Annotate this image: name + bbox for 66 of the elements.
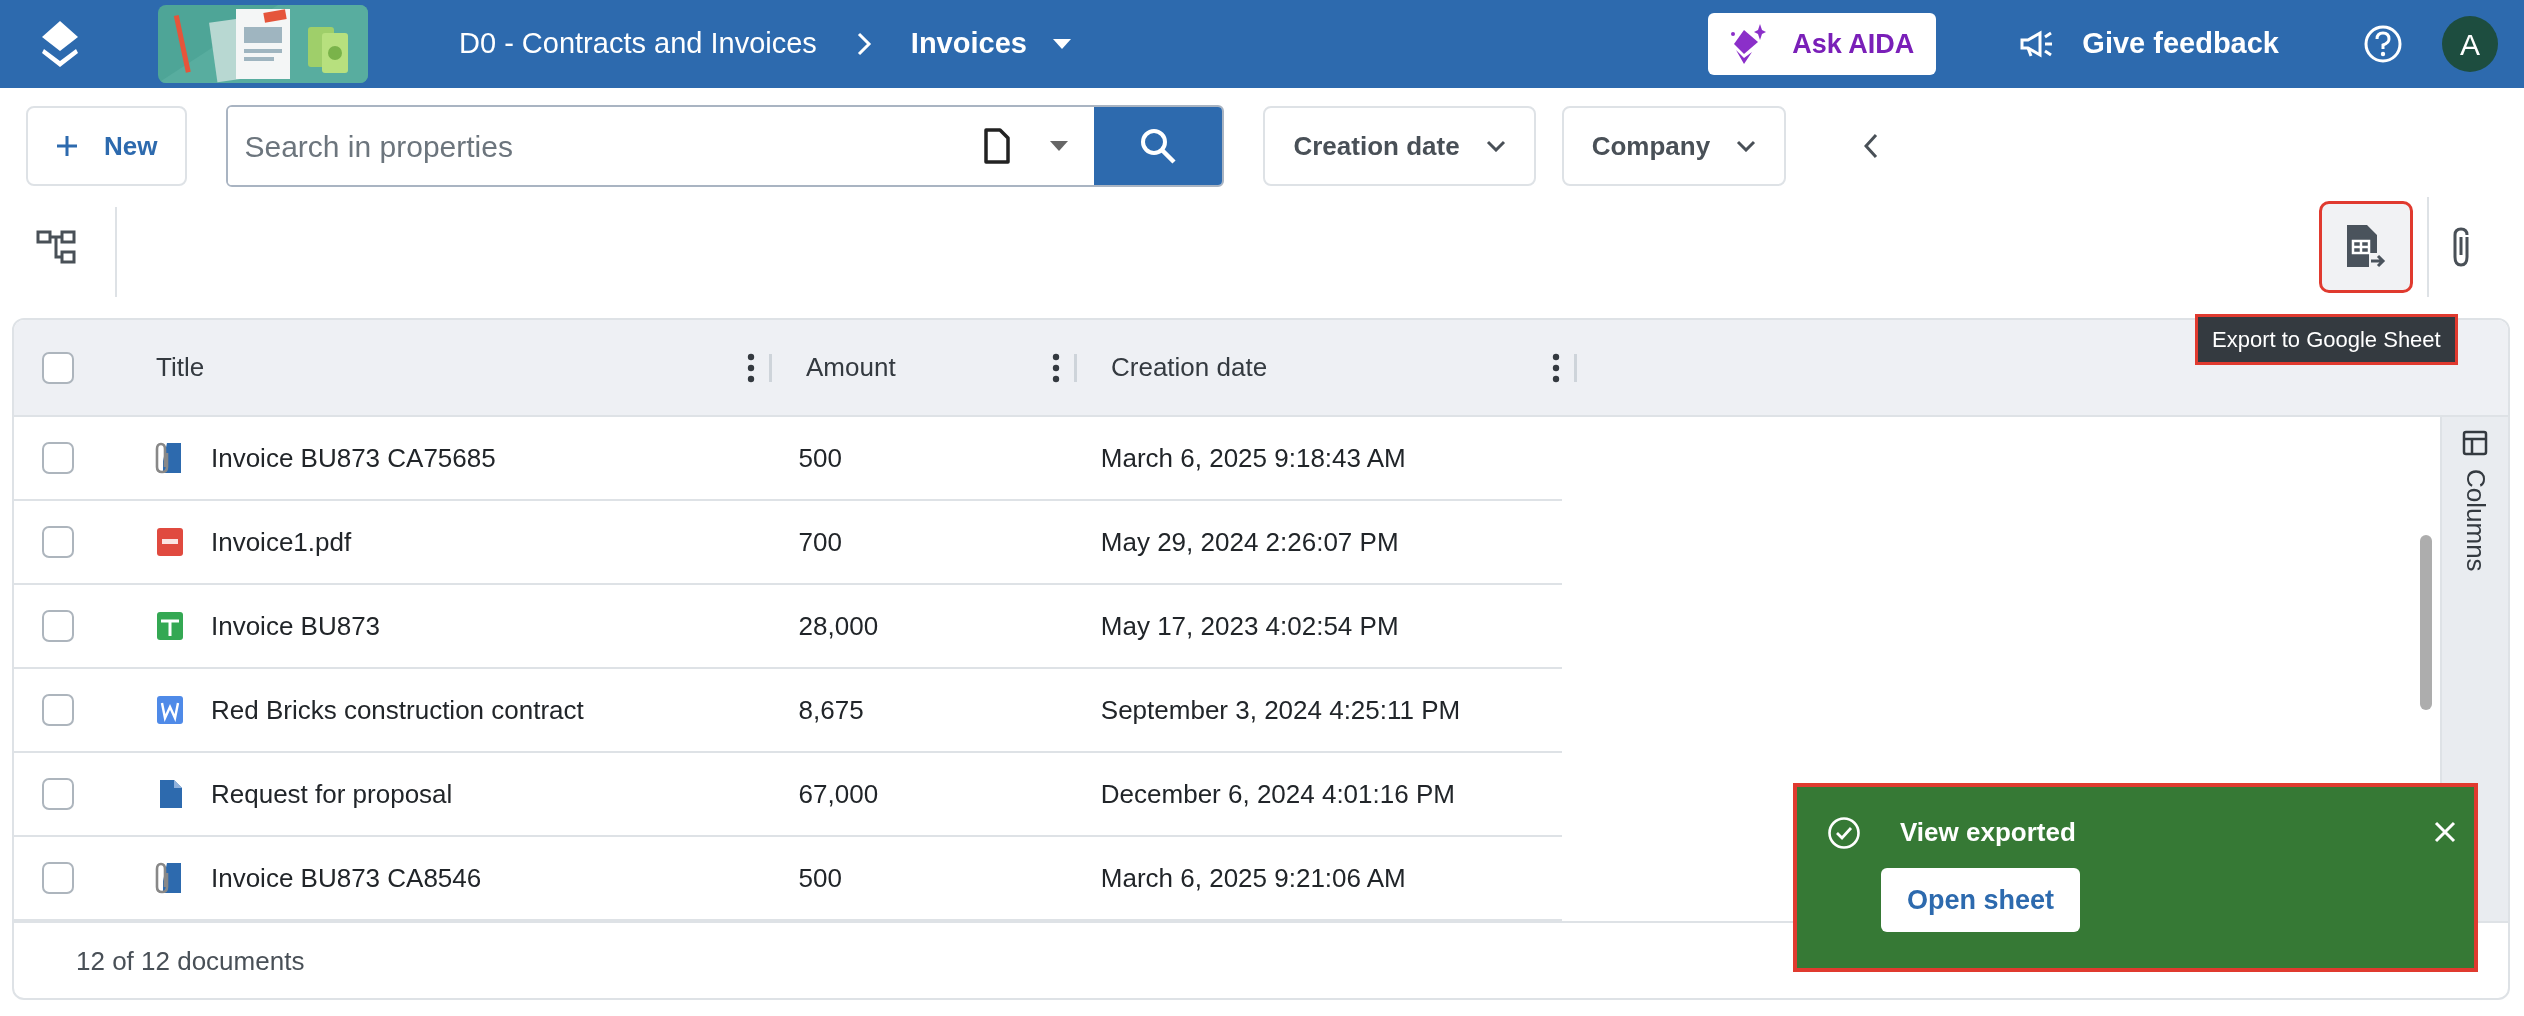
column-header[interactable]: Creation date: [1111, 348, 1552, 387]
amount-cell: 700: [798, 526, 842, 557]
row-checkbox[interactable]: [42, 778, 74, 810]
sparkle-icon: [1730, 24, 1767, 64]
document-title[interactable]: Red Bricks construction contract: [210, 690, 584, 730]
new-button[interactable]: New: [26, 106, 188, 186]
date-cell: March 6, 2025 9:21:06 AM: [1100, 862, 1406, 893]
word-file-icon: [154, 693, 185, 727]
ask-aida-button[interactable]: Ask AIDA: [1708, 13, 1937, 75]
document-title[interactable]: Invoice BU873 CA8546: [210, 858, 482, 898]
date-cell: September 3, 2024 4:25:11 PM: [1100, 694, 1461, 725]
date-cell: May 17, 2023 4:02:54 PM: [1100, 610, 1399, 641]
tooltip: Export to Google Sheet: [2195, 314, 2458, 365]
pdf-file-icon: [154, 525, 185, 559]
document-title[interactable]: Invoice1.pdf: [210, 522, 352, 562]
avatar[interactable]: A: [2442, 16, 2498, 72]
search-bar[interactable]: Search in properties: [226, 105, 1225, 187]
select-all-checkbox[interactable]: [42, 351, 74, 384]
document-icon[interactable]: [983, 127, 1012, 165]
row-checkbox[interactable]: [42, 694, 74, 726]
amount-cell: 500: [798, 862, 842, 893]
document-title[interactable]: Invoice BU873: [210, 606, 381, 646]
help-icon[interactable]: [2363, 24, 2403, 64]
chevron-left-icon[interactable]: [1864, 133, 1879, 159]
caret-down-icon[interactable]: [1052, 38, 1071, 50]
date-cell: March 6, 2025 9:18:43 AM: [1100, 442, 1406, 473]
scrollbar[interactable]: [2420, 535, 2432, 710]
filter-dropdown[interactable]: Creation date: [1263, 106, 1536, 186]
breadcrumb-link[interactable]: D0 - Contracts and Invoices: [459, 22, 817, 66]
check-circle-icon: [1827, 815, 1861, 850]
chevron-down-icon: [1485, 140, 1506, 152]
document-title[interactable]: Invoice BU873 CA75685: [210, 438, 496, 478]
search-icon: [1139, 127, 1178, 165]
kebab-menu-icon[interactable]: [1552, 352, 1560, 383]
logo-icon[interactable]: [40, 19, 80, 69]
search-button[interactable]: [1094, 107, 1223, 185]
document-title[interactable]: Request for proposal: [210, 774, 453, 814]
close-icon: [2434, 821, 2456, 844]
row-checkbox[interactable]: [42, 526, 74, 558]
table-icon: [2462, 430, 2488, 456]
row-checkbox[interactable]: [42, 442, 74, 474]
amount-cell: 500: [798, 442, 842, 473]
amount-cell: 28,000: [798, 610, 879, 641]
toast-message: View exported: [1900, 816, 2076, 849]
document-count: 12 of 12 documents: [76, 944, 305, 978]
amount-cell: 8,675: [798, 694, 864, 725]
row-checkbox[interactable]: [42, 610, 74, 642]
hierarchy-icon[interactable]: [36, 228, 76, 266]
column-header[interactable]: Amount: [806, 348, 1052, 387]
date-cell: May 29, 2024 2:26:07 PM: [1100, 526, 1399, 557]
give-feedback-button[interactable]: Give feedback: [2014, 21, 2285, 67]
row-checkbox[interactable]: [42, 862, 74, 894]
date-cell: December 6, 2024 4:01:16 PM: [1100, 778, 1455, 809]
column-header[interactable]: Title: [156, 348, 747, 387]
open-sheet-button[interactable]: Open sheet: [1881, 868, 2081, 932]
caret-down-icon[interactable]: [1050, 141, 1069, 151]
export-sheet-button[interactable]: [2319, 201, 2413, 293]
chevron-down-icon: [1736, 140, 1757, 152]
kebab-menu-icon[interactable]: [747, 352, 755, 383]
amount-cell: 67,000: [798, 778, 879, 809]
plus-icon: [56, 135, 78, 157]
sheet-file-icon: [154, 609, 185, 643]
breadcrumb-link[interactable]: Invoices: [910, 22, 1027, 66]
filter-dropdown[interactable]: Company: [1561, 106, 1787, 186]
chevron-right-icon: [855, 31, 872, 57]
kebab-menu-icon[interactable]: [1052, 352, 1060, 383]
